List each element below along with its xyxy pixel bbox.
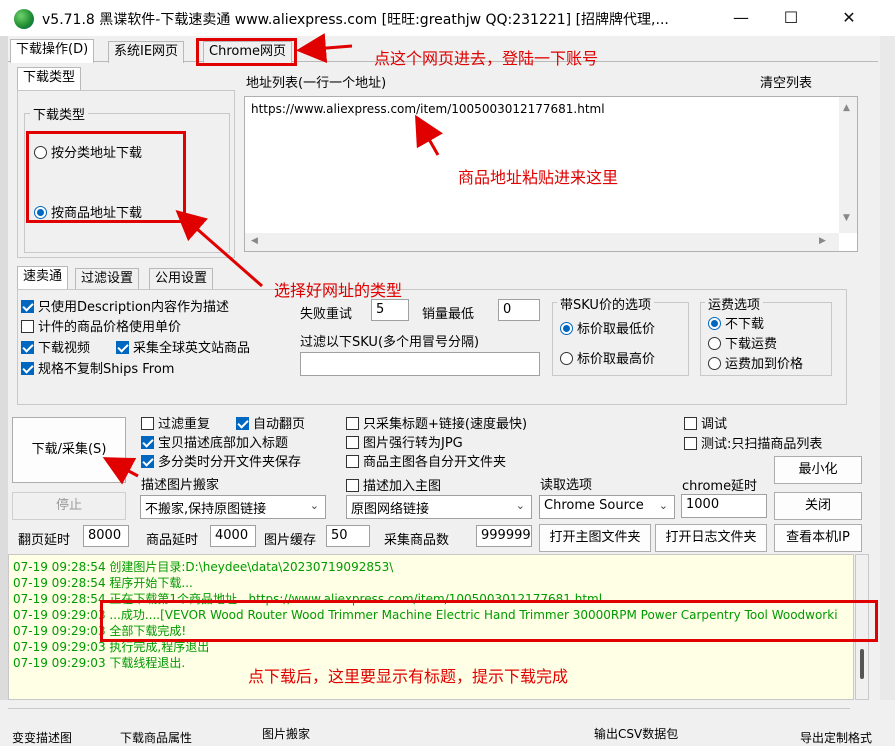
arrow-to-type bbox=[175, 210, 263, 288]
arrow-to-chrome-tab bbox=[296, 33, 353, 64]
annotation-chrome-tab: 点这个网页进去，登陆一下账号 bbox=[374, 49, 599, 68]
annotation-result: 点下载后，这里要显示有标题，提示下载完成 bbox=[248, 667, 569, 686]
arrow-to-address bbox=[415, 114, 443, 156]
annotation-arrows bbox=[102, 33, 443, 485]
arrow-to-download bbox=[102, 457, 139, 485]
annotation-address: 商品地址粘贴进来这里 bbox=[458, 168, 619, 187]
annotation-type: 选择好网址的类型 bbox=[274, 281, 403, 300]
